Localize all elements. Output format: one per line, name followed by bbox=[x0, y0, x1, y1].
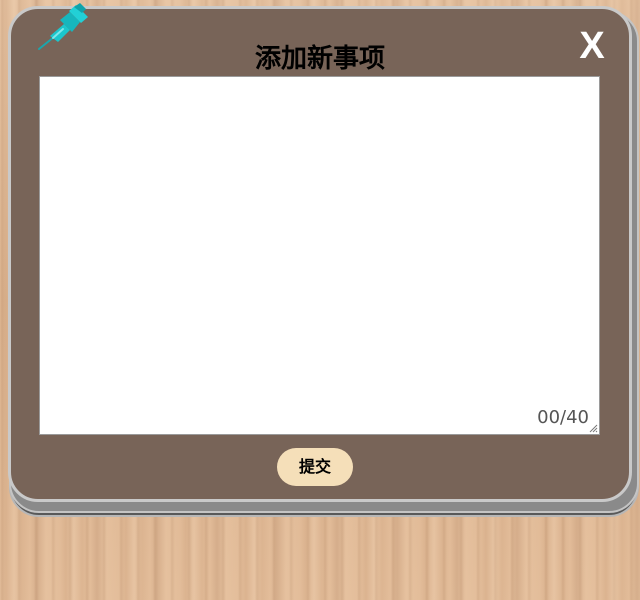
char-counter: 00/40 bbox=[537, 407, 589, 428]
close-button[interactable]: X bbox=[572, 24, 612, 68]
item-textarea[interactable] bbox=[40, 77, 599, 434]
resize-grip-icon[interactable] bbox=[588, 423, 598, 433]
item-editor: 00/40 bbox=[39, 76, 600, 435]
dialog-title: 添加新事项 bbox=[254, 44, 385, 74]
submit-button[interactable]: 提交 bbox=[277, 448, 353, 486]
